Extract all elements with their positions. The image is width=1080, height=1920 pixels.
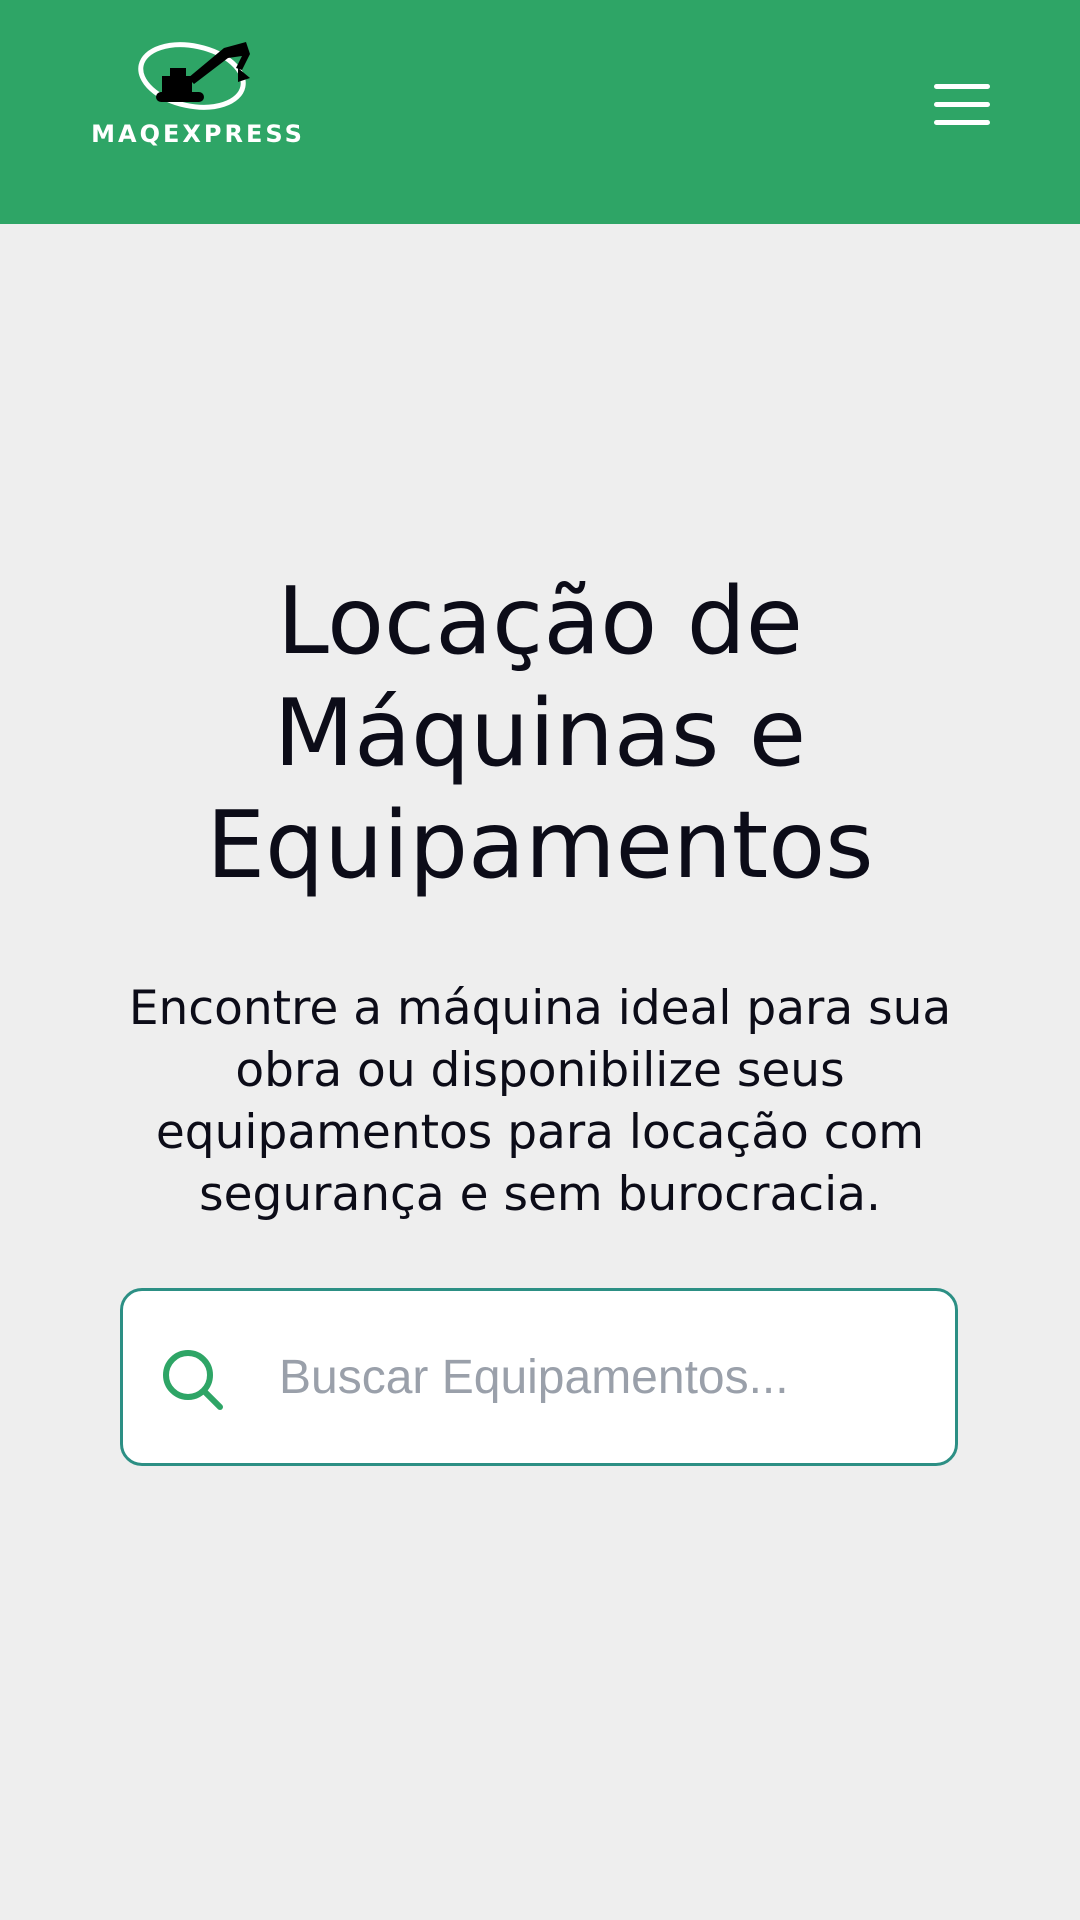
search-bar[interactable] xyxy=(120,1288,958,1466)
excavator-icon xyxy=(138,42,250,110)
search-icon[interactable] xyxy=(161,1348,225,1412)
hamburger-menu-icon[interactable] xyxy=(934,80,992,130)
menu-bar-top xyxy=(934,84,990,89)
hero-subtitle: Encontre a máquina ideal para sua obra o… xyxy=(128,981,952,1222)
menu-bar-bottom xyxy=(934,120,990,125)
hero-title: Locação de Máquinas e Equipamentos xyxy=(206,567,874,899)
maqexpress-logo[interactable]: MAQEXPRESS xyxy=(90,38,306,150)
search-input[interactable] xyxy=(279,1331,919,1423)
menu-bar-middle xyxy=(934,102,990,107)
top-header: MAQEXPRESS xyxy=(0,0,1080,224)
logo-wordmark: MAQEXPRESS xyxy=(91,120,305,148)
